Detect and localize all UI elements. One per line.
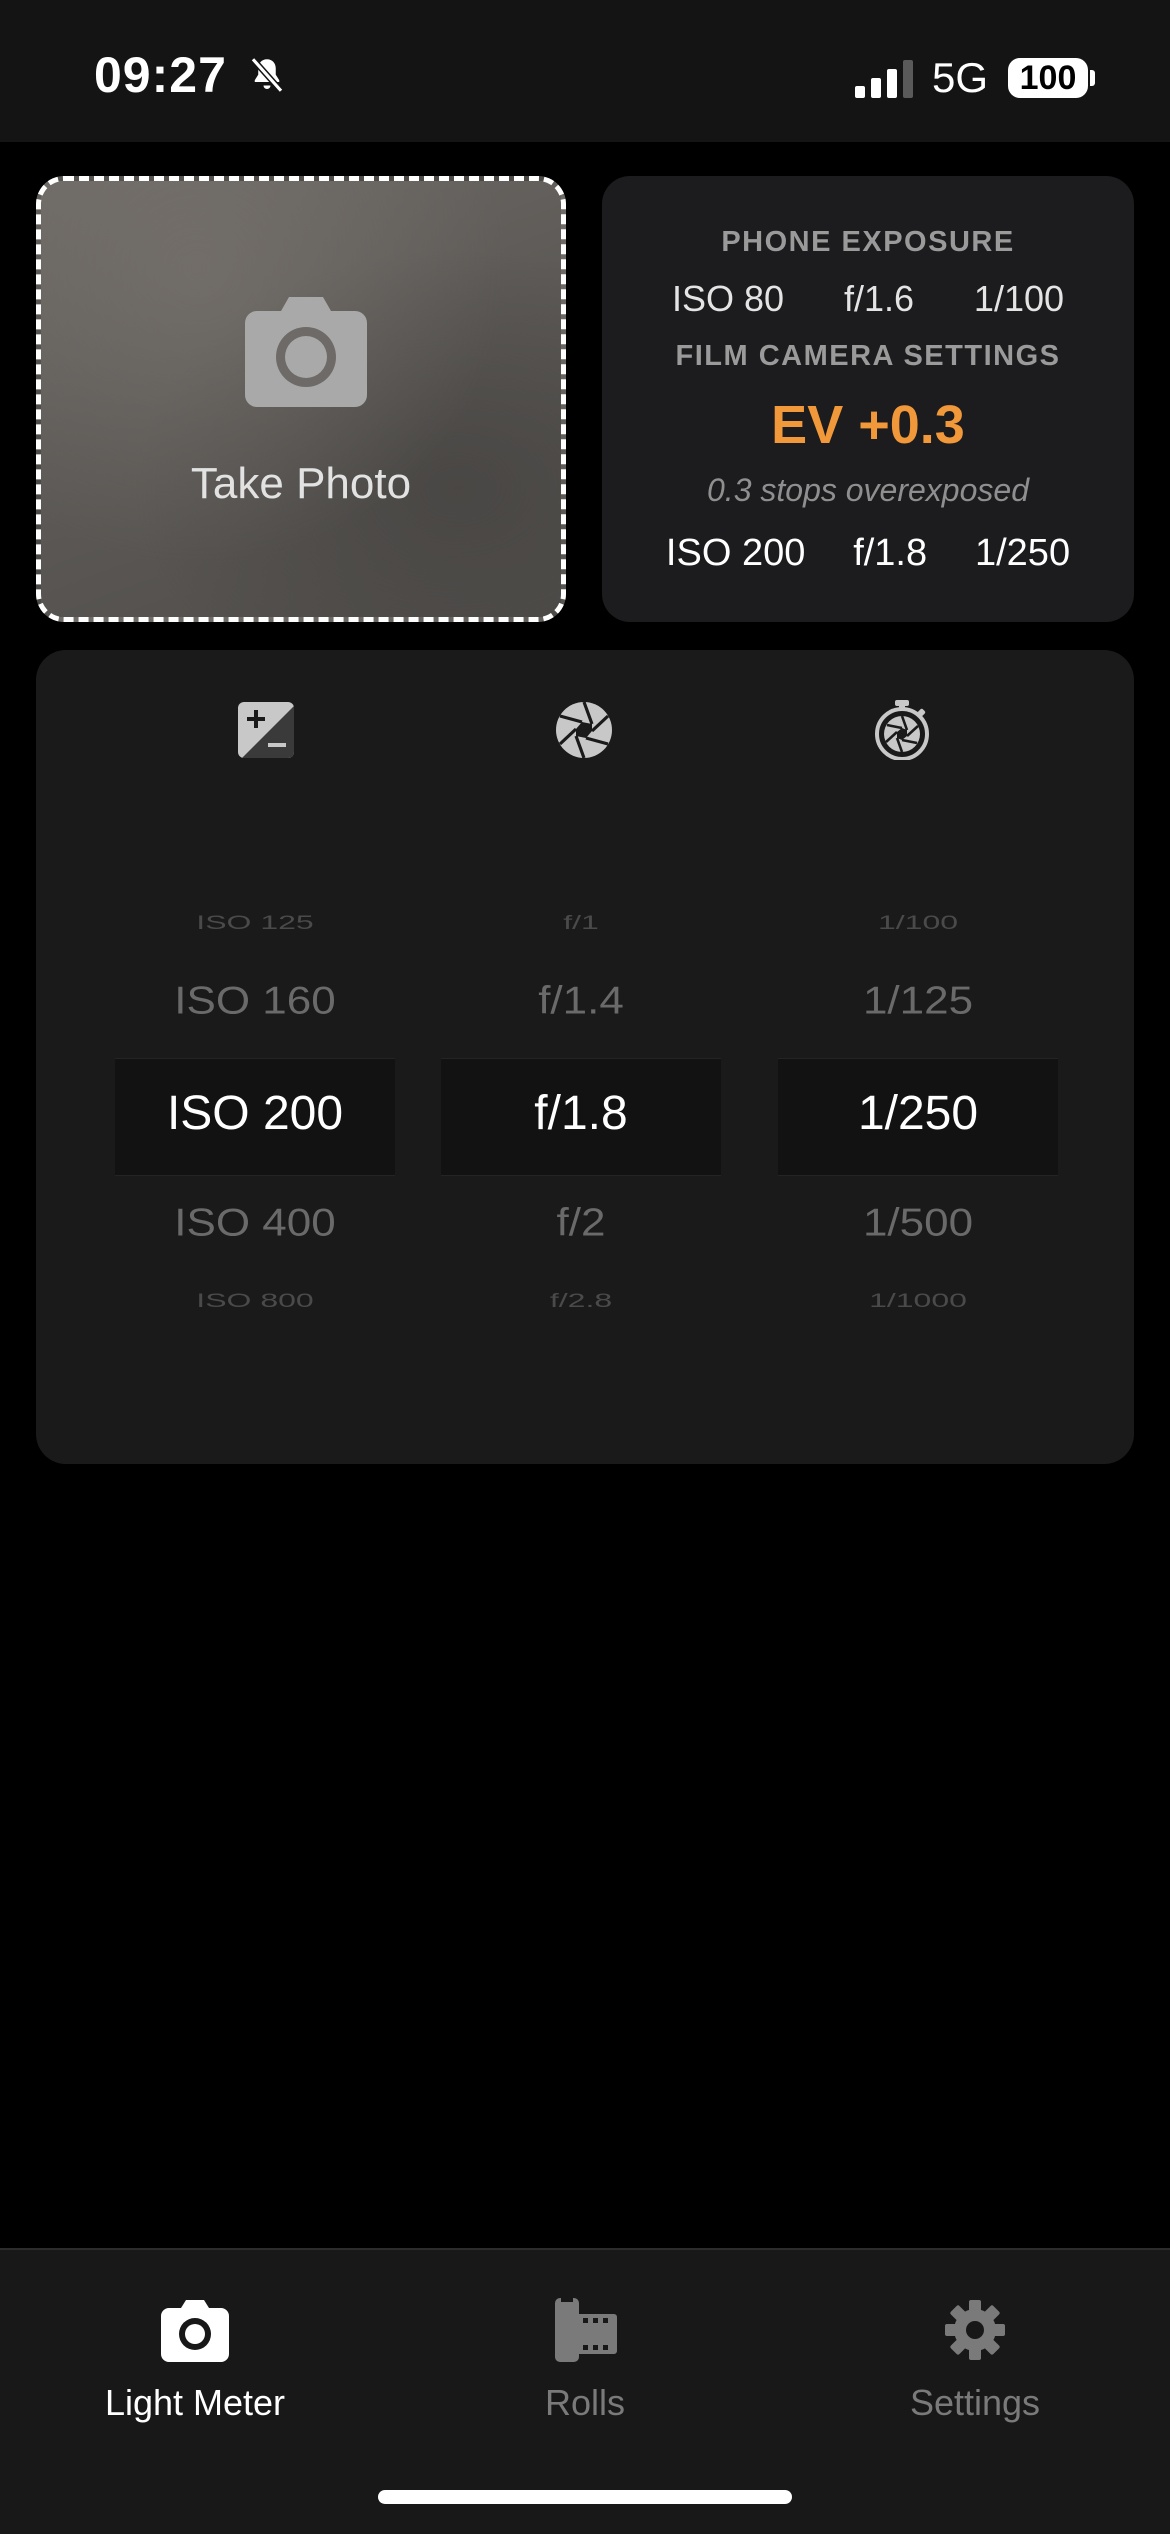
status-bar: 09:27 5G 100	[0, 0, 1170, 142]
exposure-info-card: PHONE EXPOSURE ISO 80 f/1.6 1/100 FILM C…	[602, 176, 1134, 622]
tab-rolls[interactable]: Rolls	[390, 2250, 780, 2450]
film-iso: ISO 200	[665, 532, 806, 574]
aperture-option[interactable]: f/2.8	[441, 1289, 721, 1311]
home-indicator[interactable]	[378, 2490, 792, 2504]
iso-selected[interactable]: ISO 200	[115, 1086, 395, 1141]
tab-settings[interactable]: Settings	[780, 2250, 1170, 2450]
ev-value: EV +0.3	[771, 395, 965, 455]
gear-icon	[945, 2300, 1005, 2360]
phone-aperture: f/1.6	[843, 278, 914, 319]
take-photo-label: Take Photo	[190, 459, 412, 508]
battery-nub	[1090, 70, 1095, 86]
tab-label: Rolls	[544, 2382, 625, 2423]
shutter-selected[interactable]: 1/250	[778, 1086, 1058, 1141]
phone-exposure-values: ISO 80 f/1.6 1/100	[602, 278, 1134, 320]
tab-light-meter[interactable]: Light Meter	[0, 2250, 390, 2450]
shutter-option[interactable]: 1/100	[778, 911, 1058, 933]
aperture-option[interactable]: f/1.4	[441, 979, 721, 1023]
tab-label: Light Meter	[104, 2382, 286, 2423]
cellular-signal-icon	[855, 60, 913, 98]
phone-iso: ISO 80	[671, 278, 785, 319]
network-type: 5G	[932, 54, 989, 101]
battery-indicator: 100	[1008, 58, 1088, 98]
iso-option[interactable]: ISO 125	[115, 911, 395, 933]
exposure-picker-card: ISO 125 ISO 160 ISO 200 ISO 400 ISO 800 …	[36, 650, 1134, 1464]
phone-shutter: 1/100	[973, 278, 1065, 319]
phone-exposure-header: PHONE EXPOSURE	[721, 226, 1015, 258]
aperture-picker[interactable]: f/1 f/1.4 f/1.8 f/2 f/2.8	[441, 650, 721, 1464]
aperture-selected[interactable]: f/1.8	[441, 1086, 721, 1141]
status-time: 09:27	[94, 47, 227, 103]
iso-picker[interactable]: ISO 125 ISO 160 ISO 200 ISO 400 ISO 800	[115, 650, 395, 1464]
camera-icon	[161, 2300, 229, 2362]
shutter-option[interactable]: 1/500	[778, 1201, 1058, 1245]
iso-option[interactable]: ISO 160	[115, 979, 395, 1023]
bell-muted-icon	[250, 57, 284, 93]
take-photo-button[interactable]: Take Photo	[36, 176, 566, 622]
aperture-option[interactable]: f/2	[441, 1201, 721, 1245]
shutter-option[interactable]: 1/125	[778, 979, 1058, 1023]
film-roll-icon	[555, 2298, 617, 2362]
film-settings-header: FILM CAMERA SETTINGS	[675, 340, 1061, 372]
film-settings-values: ISO 200 f/1.8 1/250	[602, 532, 1134, 575]
shutter-option[interactable]: 1/1000	[778, 1289, 1058, 1311]
aperture-option[interactable]: f/1	[441, 911, 721, 933]
shutter-picker[interactable]: 1/100 1/125 1/250 1/500 1/1000	[778, 650, 1058, 1464]
tab-label: Settings	[909, 2382, 1041, 2423]
film-aperture: f/1.8	[853, 532, 928, 574]
iso-option[interactable]: ISO 400	[115, 1201, 395, 1245]
iso-option[interactable]: ISO 800	[115, 1289, 395, 1311]
camera-icon	[245, 297, 367, 407]
ev-note: 0.3 stops overexposed	[707, 472, 1029, 508]
film-shutter: 1/250	[974, 532, 1071, 574]
